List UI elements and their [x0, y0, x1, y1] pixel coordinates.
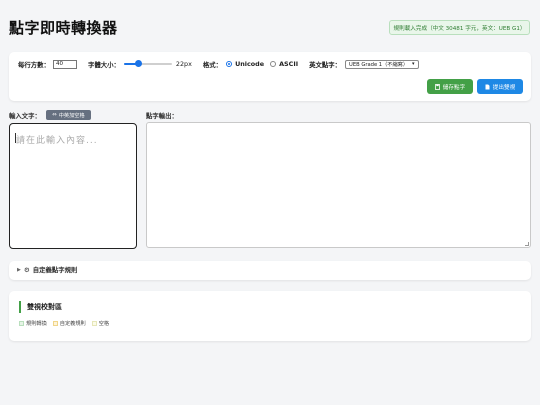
text-input-placeholder: 請在此輸入內容... — [16, 136, 98, 146]
font-size-value: 22px — [175, 60, 192, 68]
format-unicode-label: Unicode — [235, 60, 265, 68]
english-braille-select[interactable]: UEB Grade 1（不縮寫） ▾ — [345, 59, 419, 69]
format-ascii-option[interactable]: ASCII — [270, 60, 298, 68]
legend-item-custom-rule: 自定義規則 — [52, 320, 86, 327]
font-size-slider[interactable] — [123, 59, 172, 69]
font-size-label: 字體大小： — [87, 60, 120, 69]
custom-rules-summary[interactable]: ▶ ⚙ 自定義點字規則 — [17, 265, 78, 275]
proofread-legend: 規則轉換 自定義規則 空格 — [19, 320, 109, 327]
slider-thumb[interactable] — [134, 60, 142, 67]
input-label: 輸入文字： — [9, 112, 41, 120]
format-ascii-radio[interactable] — [270, 61, 277, 67]
legend-label: 規則轉換 — [26, 321, 47, 327]
proofread-panel: 雙視校對區 規則轉換 自定義規則 空格 — [9, 291, 531, 341]
format-ascii-label: ASCII — [279, 60, 299, 68]
document-icon — [485, 84, 490, 89]
save-icon — [434, 83, 440, 90]
legend-item-space: 空格 — [91, 320, 110, 327]
resize-handle[interactable] — [525, 242, 529, 246]
format-unicode-radio[interactable] — [226, 61, 233, 67]
format-unicode-option[interactable]: Unicode — [226, 60, 264, 68]
cjk-spacing-toggle-label: 中英加空格 — [58, 112, 85, 119]
expand-triangle-icon: ▶ — [17, 266, 21, 273]
format-label: 格式： — [202, 60, 223, 69]
gear-icon: ⚙ — [23, 265, 30, 274]
custom-rules-label: 自定義點字規則 — [32, 266, 78, 274]
swap-arrows-icon: ⇔ — [52, 112, 57, 118]
cells-per-line-input[interactable]: 40 — [52, 59, 77, 69]
braille-output[interactable] — [146, 122, 531, 248]
english-braille-value: UEB Grade 1（不縮寫） — [349, 61, 409, 68]
chevron-down-icon: ▾ — [412, 61, 415, 67]
submit-dual-view-button[interactable]: 提出雙視 — [477, 79, 523, 94]
cjk-spacing-toggle-button[interactable]: ⇔ 中英加空格 — [46, 110, 91, 120]
status-badge: 規則載入完成（中文 30481 字元，英文：UEB G1） — [389, 20, 530, 35]
legend-label: 空格 — [98, 321, 110, 327]
english-braille-label: 英文點字： — [309, 60, 342, 69]
cells-per-line-label: 每行方數： — [18, 60, 50, 69]
app-title: 點字即時轉換器 — [9, 19, 118, 37]
legend-label: 自定義規則 — [59, 321, 86, 327]
save-braille-button[interactable]: 儲存點字 — [427, 79, 473, 94]
custom-rules-panel[interactable]: ▶ ⚙ 自定義點字規則 — [9, 261, 531, 280]
legend-swatch — [52, 321, 58, 326]
legend-swatch — [19, 321, 24, 326]
settings-row: 每行方數： 40 字體大小： 22px 格式： Unicode ASCII 英文… — [18, 58, 419, 70]
legend-swatch — [91, 321, 97, 326]
proofread-title: 雙視校對區 — [19, 301, 62, 313]
output-label: 點字輸出： — [146, 112, 178, 120]
save-braille-label: 儲存點字 — [442, 84, 466, 91]
text-input[interactable]: 請在此輸入內容... — [9, 123, 137, 249]
legend-item-rule-conversion: 規則轉換 — [19, 320, 47, 327]
submit-dual-view-label: 提出雙視 — [492, 84, 516, 91]
